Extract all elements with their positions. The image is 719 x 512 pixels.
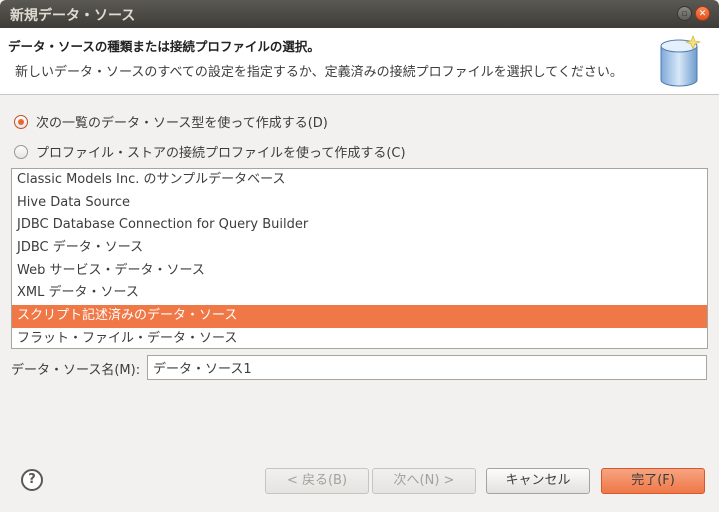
maximize-icon: ▫ bbox=[681, 9, 688, 19]
list-item[interactable]: Web サービス・データ・ソース bbox=[12, 260, 707, 283]
list-item[interactable]: Hive Data Source bbox=[12, 192, 707, 215]
maximize-button[interactable]: ▫ bbox=[677, 6, 692, 21]
radio-create-from-profile[interactable] bbox=[14, 144, 28, 159]
header-description: 新しいデータ・ソースのすべての設定を指定するか、定義済みの接続プロファイルを選択… bbox=[15, 65, 623, 80]
window-title: 新規データ・ソース bbox=[10, 8, 136, 24]
radio-create-from-type[interactable] bbox=[14, 114, 28, 129]
help-icon: ? bbox=[28, 472, 36, 487]
close-button[interactable]: ✕ bbox=[695, 6, 710, 21]
help-button[interactable]: ? bbox=[21, 469, 43, 491]
list-item[interactable]: XML データ・ソース bbox=[12, 282, 707, 305]
data-source-name-input[interactable] bbox=[147, 355, 707, 380]
list-item[interactable]: JDBC Database Connection for Query Build… bbox=[12, 214, 707, 237]
database-icon bbox=[660, 35, 702, 87]
finish-button[interactable]: 完了(F) bbox=[601, 468, 705, 494]
data-source-type-list[interactable]: Classic Models Inc. のサンプルデータベース Hive Dat… bbox=[11, 168, 708, 349]
data-source-name-label: データ・ソース名(M): bbox=[11, 363, 141, 378]
list-item[interactable]: Classic Models Inc. のサンプルデータベース bbox=[12, 169, 707, 192]
next-button[interactable]: 次へ(N) > bbox=[372, 468, 476, 494]
option-create-from-type[interactable]: 次の一覧のデータ・ソース型を使って作成する(D) bbox=[14, 112, 328, 131]
list-item[interactable]: フラット・ファイル・データ・ソース bbox=[12, 328, 707, 351]
header-title: データ・ソースの種類または接続プロファイルの選択。 bbox=[8, 39, 320, 54]
option-create-from-profile[interactable]: プロファイル・ストアの接続プロファイルを使って作成する(C) bbox=[14, 142, 406, 161]
wizard-header: データ・ソースの種類または接続プロファイルの選択。 新しいデータ・ソースのすべて… bbox=[0, 28, 719, 95]
option-create-from-type-label: 次の一覧のデータ・ソース型を使って作成する(D) bbox=[36, 116, 328, 131]
back-button[interactable]: < 戻る(B) bbox=[265, 468, 369, 494]
cancel-button[interactable]: キャンセル bbox=[486, 468, 590, 494]
close-icon: ✕ bbox=[698, 9, 707, 19]
title-bar: 新規データ・ソース ▫ ✕ bbox=[0, 0, 719, 28]
list-item[interactable]: JDBC データ・ソース bbox=[12, 237, 707, 260]
option-create-from-profile-label: プロファイル・ストアの接続プロファイルを使って作成する(C) bbox=[36, 146, 406, 161]
list-item-selected[interactable]: スクリプト記述済みのデータ・ソース bbox=[12, 305, 707, 328]
